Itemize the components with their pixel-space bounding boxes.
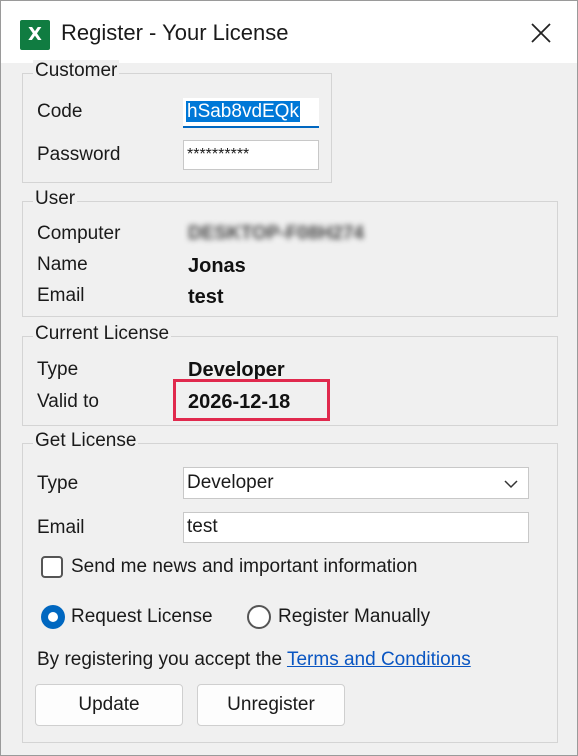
name-value: Jonas: [188, 255, 246, 277]
name-label: Name: [37, 254, 88, 275]
chevron-down-icon: [504, 480, 518, 489]
news-checkbox[interactable]: [41, 556, 63, 578]
computer-value: DESKTOP-F08H274: [188, 223, 364, 244]
terms-text: By registering you accept the Terms and …: [37, 649, 471, 671]
code-label: Code: [37, 101, 83, 122]
request-license-label[interactable]: Request License: [71, 606, 213, 628]
user-email-label: Email: [37, 285, 85, 306]
customer-legend: Customer: [33, 60, 120, 82]
user-legend: User: [33, 188, 78, 210]
valid-to-highlight: [173, 379, 330, 421]
excel-icon: X: [20, 20, 50, 50]
excel-icon-letter: X: [28, 24, 42, 45]
news-checkbox-label[interactable]: Send me news and important information: [71, 556, 417, 578]
user-email-value: test: [188, 286, 224, 308]
register-manually-radio[interactable]: [247, 605, 271, 629]
unregister-button[interactable]: Unregister: [197, 684, 345, 726]
update-button[interactable]: Update: [35, 684, 183, 726]
computer-label: Computer: [37, 223, 121, 244]
terms-prefix: By registering you accept the: [37, 649, 283, 670]
get-license-legend: Get License: [33, 430, 139, 452]
license-type-select[interactable]: Developer: [183, 467, 529, 499]
get-email-label: Email: [37, 517, 85, 538]
password-label: Password: [37, 144, 121, 165]
code-value: hSab8vdEQk: [186, 101, 300, 122]
request-license-radio[interactable]: [41, 605, 65, 629]
code-input[interactable]: hSab8vdEQk: [183, 98, 319, 128]
current-license-legend: Current License: [33, 323, 172, 345]
register-license-window: X Register - Your License Customer Code …: [0, 0, 578, 756]
user-group: User: [22, 188, 558, 317]
password-input[interactable]: **********: [183, 140, 319, 170]
title-bar: X Register - Your License: [1, 1, 577, 63]
register-manually-label[interactable]: Register Manually: [278, 606, 430, 628]
terms-link[interactable]: Terms and Conditions: [287, 649, 471, 670]
close-button[interactable]: [519, 13, 563, 53]
window-title: Register - Your License: [61, 20, 289, 45]
get-type-label: Type: [37, 473, 79, 494]
license-type-label: Type: [37, 359, 79, 380]
get-email-input[interactable]: test: [183, 512, 529, 543]
valid-to-label: Valid to: [37, 391, 99, 412]
close-icon: [531, 23, 551, 43]
license-type-selected: Developer: [187, 472, 274, 493]
